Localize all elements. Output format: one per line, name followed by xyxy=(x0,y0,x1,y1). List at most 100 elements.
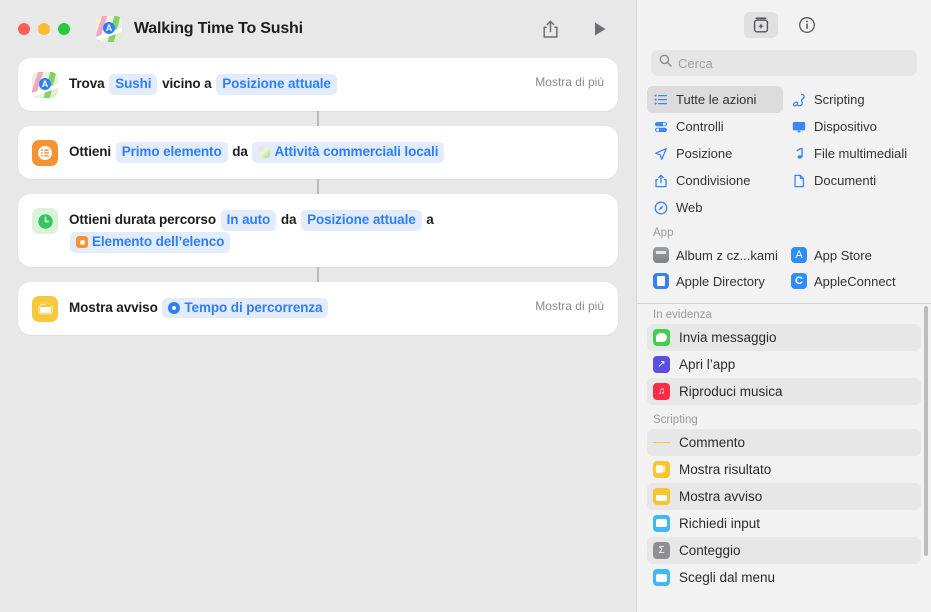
action-token[interactable]: Posizione attuale xyxy=(301,210,422,231)
count-icon: Σ xyxy=(653,542,670,559)
action-text: Mostra avviso Tempo di percorrenza xyxy=(69,295,523,319)
appleconnect-icon: C xyxy=(791,273,807,289)
action-token[interactable]: Tempo di percorrenza xyxy=(162,298,328,319)
library-item-label: Mostra avviso xyxy=(679,489,762,504)
play-icon[interactable] xyxy=(588,17,612,41)
library-item-invia-messaggio[interactable]: Invia messaggio xyxy=(647,324,921,351)
maps-icon: A xyxy=(96,16,122,42)
action-token[interactable]: Posizione attuale xyxy=(216,74,337,95)
show-more-button[interactable]: Mostra di più xyxy=(523,295,604,313)
app-item[interactable]: C AppleConnect xyxy=(785,268,921,294)
token-label: Attività commerciali locali xyxy=(274,144,438,159)
app-label: Album z cz...kami xyxy=(676,248,778,263)
title-bar: A Walking Time To Sushi xyxy=(0,0,636,58)
library-item-mostra-avviso[interactable]: Mostra avviso xyxy=(647,483,921,510)
library-item-conteggio[interactable]: Σ Conteggio xyxy=(647,537,921,564)
controls-icon xyxy=(653,119,669,135)
shortcuts-window: A Walking Time To Sushi xyxy=(0,0,931,612)
choose-menu-icon xyxy=(653,569,670,586)
sidebar-scrollbar[interactable] xyxy=(924,306,928,556)
library-item-mostra-risultato[interactable]: Mostra risultato xyxy=(647,456,921,483)
info-circle-icon[interactable] xyxy=(790,12,824,38)
titlebar-actions xyxy=(538,17,620,41)
token-label: Elemento dell’elenco xyxy=(92,234,224,249)
app-grid: Album z cz...kami A App Store Apple Dire… xyxy=(647,242,921,294)
action-card[interactable]: Ottieni durata percorso In auto da Posiz… xyxy=(18,194,618,267)
compass-icon xyxy=(653,200,669,216)
library-item-label: Riproduci musica xyxy=(679,384,783,399)
app-item[interactable]: Apple Directory xyxy=(647,268,783,294)
action-library-sidebar: Tutte le azioni Scripting Controlli Disp… xyxy=(636,0,931,612)
library-item-commento[interactable]: Commento xyxy=(647,429,921,456)
display-icon xyxy=(791,119,807,135)
category-file-multimediali[interactable]: File multimediali xyxy=(785,140,921,167)
maps-icon: A xyxy=(32,72,58,98)
action-token[interactable]: Sushi xyxy=(109,74,157,95)
category-posizione[interactable]: Posizione xyxy=(647,140,783,167)
category-scripting[interactable]: Scripting xyxy=(785,86,921,113)
show-result-icon xyxy=(653,461,670,478)
action-token[interactable]: Primo elemento xyxy=(116,142,228,163)
action-card[interactable]: Ottieni Primo elemento da Attività comme… xyxy=(18,126,618,179)
alert-icon xyxy=(653,488,670,505)
list-icon xyxy=(32,140,58,166)
variable-dot-icon xyxy=(168,302,180,314)
comment-icon xyxy=(653,434,670,451)
category-condivisione[interactable]: Condivisione xyxy=(647,167,783,194)
close-button[interactable] xyxy=(18,23,30,35)
library-item-scegli-dal-menu[interactable]: Scegli dal menu xyxy=(647,564,921,591)
music-note-icon xyxy=(791,146,807,162)
action-connector xyxy=(317,179,319,194)
action-library-icon[interactable] xyxy=(744,12,778,38)
maps-icon xyxy=(258,146,270,158)
category-label: Posizione xyxy=(676,146,732,161)
app-label: AppleConnect xyxy=(814,274,896,289)
library-item-richiedi-input[interactable]: Richiedi input xyxy=(647,510,921,537)
messages-icon xyxy=(653,329,670,346)
action-card[interactable]: A Trova Sushi vicino a Posizione attuale… xyxy=(18,58,618,111)
page-title: Walking Time To Sushi xyxy=(134,20,303,38)
clock-icon xyxy=(32,208,58,234)
category-label: Condivisione xyxy=(676,173,750,188)
category-grid: Tutte le azioni Scripting Controlli Disp… xyxy=(637,86,931,221)
document-icon xyxy=(791,173,807,189)
show-more-button[interactable]: Mostra di più xyxy=(523,71,604,89)
zoom-button[interactable] xyxy=(58,23,70,35)
library-item-apri-lapp[interactable]: ↗ Apri l’app xyxy=(647,351,921,378)
search-input[interactable] xyxy=(678,56,909,71)
search-box[interactable] xyxy=(651,50,917,76)
list-bullet-icon xyxy=(653,92,669,108)
list-item-icon xyxy=(76,236,88,248)
share-icon[interactable] xyxy=(538,17,562,41)
category-tutte-le-azioni[interactable]: Tutte le azioni xyxy=(647,86,783,113)
library-item-label: Conteggio xyxy=(679,543,741,558)
category-label: Dispositivo xyxy=(814,119,877,134)
app-item[interactable]: A App Store xyxy=(785,242,921,268)
action-token[interactable]: Attività commerciali locali xyxy=(252,142,444,163)
token-label: Tempo di percorrenza xyxy=(184,300,322,315)
action-token[interactable]: In auto xyxy=(221,210,277,231)
library-item-label: Apri l’app xyxy=(679,357,735,372)
library-item-riproduci-musica[interactable]: ♫ Riproduci musica xyxy=(647,378,921,405)
category-dispositivo[interactable]: Dispositivo xyxy=(785,113,921,140)
library-item-label: Invia messaggio xyxy=(679,330,777,345)
app-item[interactable]: Album z cz...kami xyxy=(647,242,783,268)
app-label: App Store xyxy=(814,248,872,263)
open-app-icon: ↗ xyxy=(653,356,670,373)
action-token[interactable]: Elemento dell’elenco xyxy=(70,232,230,253)
category-web[interactable]: Web xyxy=(647,194,783,221)
action-text: Trova Sushi vicino a Posizione attuale xyxy=(69,71,523,95)
library-item-label: Richiedi input xyxy=(679,516,760,531)
category-label: Documenti xyxy=(814,173,876,188)
action-connector xyxy=(317,267,319,282)
minimize-button[interactable] xyxy=(38,23,50,35)
library-item-label: Mostra risultato xyxy=(679,462,771,477)
featured-and-scripting-list: In evidenza Invia messaggio ↗ Apri l’app… xyxy=(637,294,931,612)
action-card[interactable]: Mostra avviso Tempo di percorrenza Mostr… xyxy=(18,282,618,335)
window-controls[interactable] xyxy=(18,23,70,35)
section-header-scripting: Scripting xyxy=(647,405,921,429)
action-plain: vicino a xyxy=(162,76,211,91)
category-documenti[interactable]: Documenti xyxy=(785,167,921,194)
action-label: Ottieni durata percorso xyxy=(69,212,216,227)
category-controlli[interactable]: Controlli xyxy=(647,113,783,140)
